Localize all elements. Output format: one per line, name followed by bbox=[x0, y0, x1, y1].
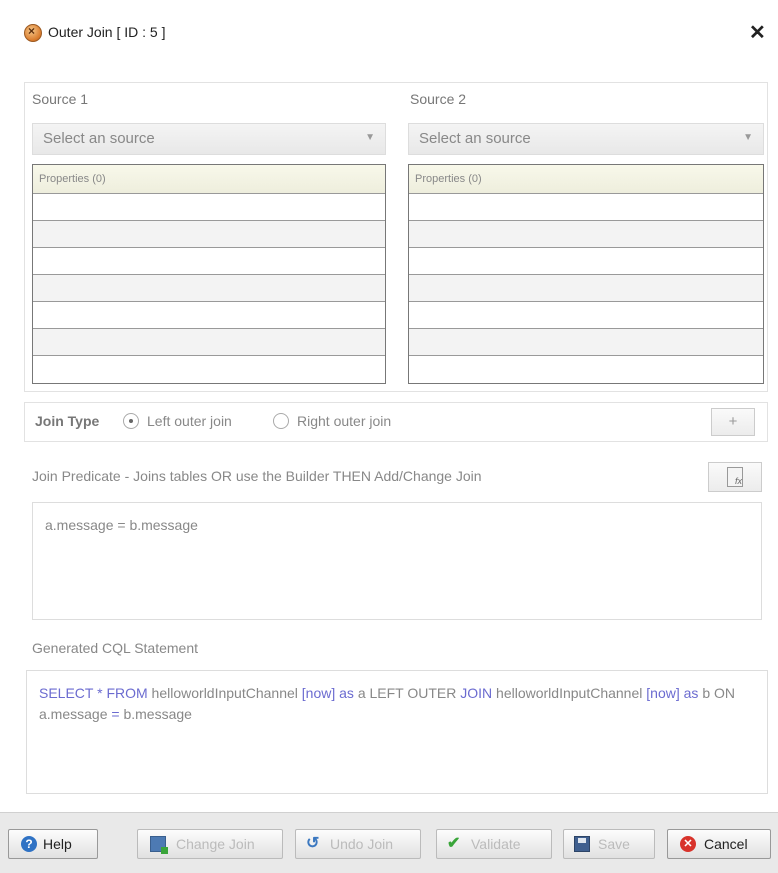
source2-properties-grid[interactable]: Properties (0) bbox=[408, 164, 764, 384]
table-row bbox=[33, 248, 385, 275]
table-row bbox=[33, 194, 385, 221]
chevron-down-icon: ▼ bbox=[743, 132, 753, 143]
source1-select-text: Select an source bbox=[43, 130, 155, 147]
change-join-button[interactable]: Change Join bbox=[137, 829, 283, 859]
table-row bbox=[409, 194, 763, 221]
undo-icon: ↺ bbox=[306, 835, 320, 852]
join-icon: × bbox=[24, 24, 42, 42]
help-icon: ? bbox=[21, 836, 37, 852]
table-row bbox=[33, 221, 385, 248]
cancel-button[interactable]: ✕ Cancel bbox=[667, 829, 771, 859]
source1-label: Source 1 bbox=[32, 91, 89, 107]
checkmark-icon: ✔ bbox=[447, 835, 461, 852]
validate-button[interactable]: ✔ Validate bbox=[436, 829, 552, 859]
cql-keyword-from: FROM bbox=[106, 685, 148, 701]
table-row bbox=[33, 329, 385, 356]
cql-keyword-as-1: as bbox=[335, 685, 358, 701]
undo-join-button[interactable]: ↺ Undo Join bbox=[295, 829, 421, 859]
chevron-down-icon: ▼ bbox=[365, 132, 375, 143]
help-button[interactable]: ? Help bbox=[8, 829, 98, 859]
source1-select[interactable]: Select an source ▼ bbox=[32, 123, 386, 155]
left-outer-join-radio[interactable] bbox=[123, 413, 139, 429]
source1-grid-header: Properties (0) bbox=[33, 165, 385, 194]
change-join-icon bbox=[150, 836, 168, 854]
source2-select-text: Select an source bbox=[419, 130, 531, 147]
source2-label: Source 2 bbox=[410, 91, 467, 107]
dialog-title: Outer Join [ ID : 5 ] bbox=[48, 24, 166, 40]
function-builder-icon: fx bbox=[727, 467, 743, 487]
cancel-icon: ✕ bbox=[680, 836, 696, 852]
save-label: Save bbox=[598, 836, 630, 852]
validate-label: Validate bbox=[471, 836, 521, 852]
right-outer-join-label[interactable]: Right outer join bbox=[297, 413, 391, 429]
table-row bbox=[33, 275, 385, 302]
table-row bbox=[409, 248, 763, 275]
join-type-row: Join Type Left outer join Right outer jo… bbox=[24, 402, 768, 442]
cql-tail: b.message bbox=[119, 706, 192, 722]
table-row bbox=[33, 356, 385, 382]
outer-join-dialog: × Outer Join [ ID : 5 ] ✕ Source 1 Selec… bbox=[0, 0, 778, 873]
cancel-label: Cancel bbox=[704, 836, 748, 852]
table-row bbox=[409, 221, 763, 248]
source2-grid-header: Properties (0) bbox=[409, 165, 763, 194]
cql-window-2: [now] bbox=[646, 685, 680, 701]
save-button[interactable]: Save bbox=[563, 829, 655, 859]
save-icon bbox=[574, 836, 590, 852]
add-join-button[interactable]: + bbox=[711, 408, 755, 436]
join-type-label: Join Type bbox=[35, 413, 100, 429]
table-row bbox=[33, 302, 385, 329]
table-row bbox=[409, 275, 763, 302]
table-row bbox=[409, 356, 763, 382]
help-button-label: Help bbox=[43, 836, 72, 852]
title-bar: × Outer Join [ ID : 5 ] ✕ bbox=[0, 0, 778, 62]
table-row bbox=[409, 329, 763, 356]
cql-keyword-join: JOIN bbox=[460, 685, 493, 701]
cql-keyword-select: SELECT bbox=[39, 685, 94, 701]
generated-cql-label: Generated CQL Statement bbox=[32, 640, 199, 656]
cql-channel-2: helloworldInputChannel bbox=[492, 685, 647, 701]
right-outer-join-radio[interactable] bbox=[273, 413, 289, 429]
source2-select[interactable]: Select an source ▼ bbox=[408, 123, 764, 155]
close-icon[interactable]: ✕ bbox=[749, 20, 766, 45]
expression-builder-button[interactable]: fx bbox=[708, 462, 762, 492]
button-bar: ? Help Change Join ↺ Undo Join ✔ Validat… bbox=[0, 812, 778, 873]
cql-window-1: [now] bbox=[301, 685, 336, 701]
undo-join-label: Undo Join bbox=[330, 836, 394, 852]
generated-cql-text: SELECT * FROM helloworldInputChannel [no… bbox=[39, 683, 759, 725]
join-predicate-input[interactable]: a.message = b.message bbox=[32, 502, 762, 620]
cql-keyword-as-2: as bbox=[679, 685, 703, 701]
join-predicate-label: Join Predicate - Joins tables OR use the… bbox=[32, 468, 482, 484]
table-row bbox=[409, 302, 763, 329]
cql-channel-1: helloworldInputChannel bbox=[147, 685, 302, 701]
left-outer-join-label[interactable]: Left outer join bbox=[147, 413, 232, 429]
join-predicate-text: a.message = b.message bbox=[45, 517, 198, 533]
change-join-label: Change Join bbox=[176, 836, 255, 852]
source1-properties-grid[interactable]: Properties (0) bbox=[32, 164, 386, 384]
cql-equals: = bbox=[111, 706, 120, 722]
cql-left-outer: a LEFT OUTER bbox=[357, 685, 461, 701]
generated-cql-output[interactable]: SELECT * FROM helloworldInputChannel [no… bbox=[26, 670, 768, 794]
cql-star: * bbox=[93, 685, 107, 701]
